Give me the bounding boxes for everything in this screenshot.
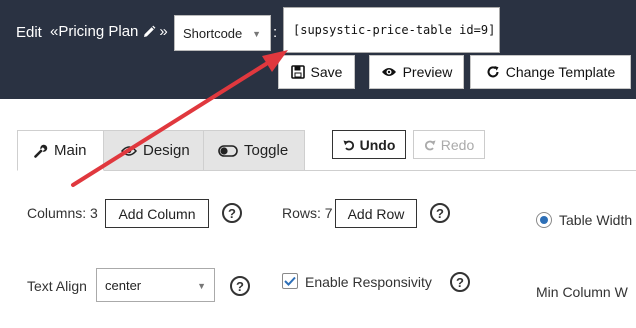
add-column-button[interactable]: Add Column <box>105 199 209 228</box>
settings-tabs: Main Design Toggle <box>17 130 305 171</box>
tab-main-label: Main <box>54 142 87 159</box>
change-template-label: Change Template <box>505 64 616 80</box>
redo-label: Redo <box>440 136 475 153</box>
save-button[interactable]: Save <box>278 55 355 89</box>
preview-button[interactable]: Preview <box>369 55 464 89</box>
shortcode-text: [supsystic-price-table id=9] <box>293 23 496 37</box>
add-row-button[interactable]: Add Row <box>335 199 417 228</box>
enable-responsivity-label: Enable Responsivity <box>305 274 432 290</box>
plan-title[interactable]: «Pricing Plan » <box>50 23 168 40</box>
table-width-label: Table Width <box>559 212 633 228</box>
help-icon[interactable]: ? <box>222 203 242 223</box>
help-icon[interactable]: ? <box>230 276 250 296</box>
refresh-icon <box>487 66 499 78</box>
shortcode-field[interactable]: [supsystic-price-table id=9] <box>283 7 500 53</box>
text-align-select[interactable]: center ▼ <box>96 268 215 302</box>
min-column-width-label: Min Column W <box>536 284 628 300</box>
tab-toggle[interactable]: Toggle <box>204 130 305 171</box>
table-width-radio[interactable] <box>536 212 552 228</box>
help-icon[interactable]: ? <box>450 272 470 292</box>
checkmark-icon <box>284 276 296 286</box>
shortcode-type-value: Shortcode <box>183 25 243 41</box>
shortcode-colon: : <box>273 24 278 41</box>
columns-count-label: Columns: 3 <box>27 205 98 221</box>
plan-title-text: «Pricing Plan <box>50 23 139 40</box>
change-template-button[interactable]: Change Template <box>470 55 631 89</box>
enable-responsivity-checkbox[interactable] <box>282 273 298 289</box>
tab-design[interactable]: Design <box>104 130 204 171</box>
caret-down-icon: ▼ <box>252 29 261 39</box>
pencil-icon[interactable] <box>142 25 156 39</box>
add-row-label: Add Row <box>347 205 405 222</box>
eye-icon <box>381 68 396 76</box>
floppy-disk-icon <box>290 65 305 79</box>
save-label: Save <box>310 64 343 80</box>
tab-main[interactable]: Main <box>17 130 104 171</box>
radio-selected-dot <box>540 216 548 224</box>
text-align-label: Text Align <box>27 278 87 294</box>
tabs-divider <box>104 170 636 171</box>
eye-icon <box>121 145 137 156</box>
help-icon[interactable]: ? <box>430 203 450 223</box>
shortcode-type-select[interactable]: Shortcode ▼ <box>174 15 271 51</box>
redo-button[interactable]: Redo <box>413 130 485 159</box>
plan-title-suffix: » <box>159 23 168 40</box>
preview-label: Preview <box>402 64 453 80</box>
undo-icon <box>343 140 354 150</box>
wrench-icon <box>34 144 48 158</box>
redo-icon <box>424 140 436 150</box>
text-align-value: center <box>105 277 142 293</box>
toggle-icon <box>218 144 238 157</box>
caret-down-icon: ▼ <box>197 281 206 291</box>
rows-count-label: Rows: 7 <box>282 205 333 221</box>
undo-button[interactable]: Undo <box>332 130 406 159</box>
undo-label: Undo <box>359 136 396 153</box>
tab-toggle-label: Toggle <box>244 142 289 159</box>
add-column-label: Add Column <box>118 205 196 222</box>
tab-design-label: Design <box>143 142 190 159</box>
edit-label: Edit <box>16 24 42 41</box>
